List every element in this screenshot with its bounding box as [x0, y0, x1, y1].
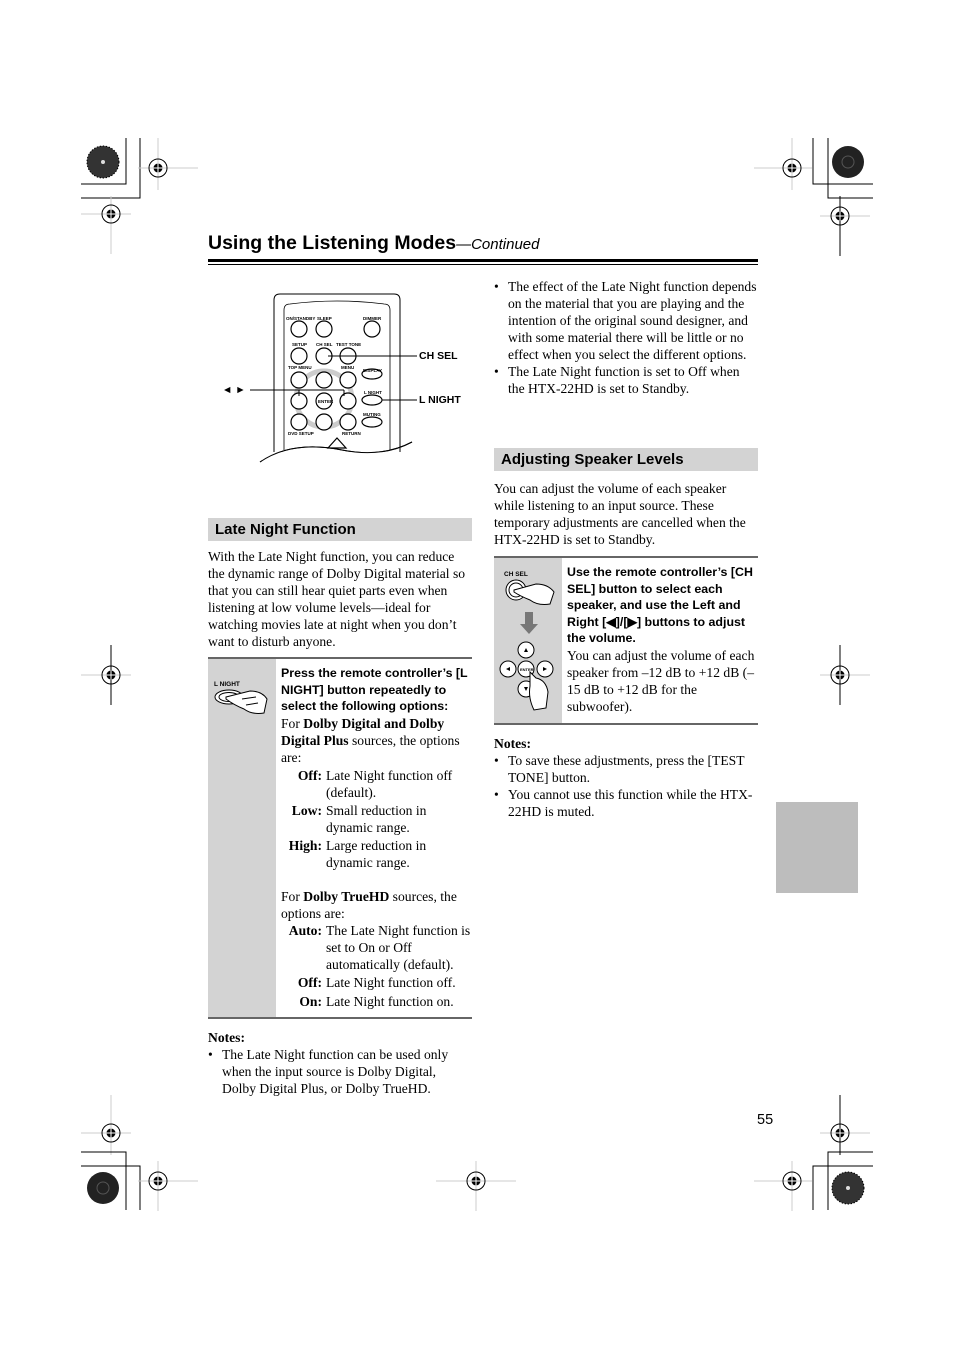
step-instruction: Press the remote controller’s [L NIGHT] …: [281, 666, 468, 714]
callout-ch-sel: CH SEL: [419, 350, 458, 362]
section-heading-speaker-levels: Adjusting Speaker Levels: [494, 448, 758, 471]
option-row: Off: Late Night function off.: [297, 974, 456, 990]
svg-text:RETURN: RETURN: [342, 431, 361, 436]
step-icon-column: L NIGHT: [208, 659, 276, 1017]
notes-title: Notes:: [494, 736, 531, 751]
svg-text:CH SEL: CH SEL: [316, 342, 333, 347]
svg-text:SLEEP: SLEEP: [317, 316, 332, 321]
step-content: Press the remote controller’s [L NIGHT] …: [276, 659, 472, 1017]
page-title-text: Using the Listening Modes: [208, 232, 457, 254]
speaker-levels-step-box: CH SEL ENTER Use the remote controller’s…: [494, 556, 758, 725]
svg-text:TEST TONE: TEST TONE: [336, 342, 361, 347]
page-title: Using the Listening Modes—Continued: [208, 232, 539, 255]
svg-text:SETUP: SETUP: [292, 342, 307, 347]
svg-text:L NIGHT: L NIGHT: [214, 681, 240, 688]
svg-text:MUTING: MUTING: [363, 412, 381, 417]
remote-control-illustration: ON/STANDBY SLEEP DIMMER SETUP CH SEL TES…: [250, 293, 422, 472]
svg-text:CH SEL: CH SEL: [504, 571, 528, 578]
speaker-levels-notes: Notes: To save these adjustments, press …: [494, 735, 758, 820]
note-item: You cannot use this function while the H…: [494, 786, 758, 820]
option-row: Auto: The Late Night function is set to O…: [288, 922, 471, 972]
late-night-effect-bullets: The effect of the Late Night function de…: [494, 278, 758, 397]
chapter-tab: [776, 802, 858, 893]
svg-text:ENTER: ENTER: [520, 667, 534, 672]
svg-text:ENTER: ENTER: [318, 399, 334, 404]
option-list-dolby-digital: Off: Late Night function off (default). L…: [281, 767, 472, 871]
notes-list: To save these adjustments, press the [TE…: [494, 752, 758, 820]
late-night-intro: With the Late Night function, you can re…: [208, 549, 466, 649]
step-detail: You can adjust the volume of each speake…: [567, 647, 755, 714]
svg-text:TOP MENU: TOP MENU: [288, 365, 312, 370]
step-icon-column: CH SEL ENTER: [494, 558, 562, 723]
title-rule-thin: [208, 264, 758, 265]
l-night-button-press-icon: L NIGHT: [214, 681, 268, 714]
note-item: The Late Night function can be used only…: [208, 1046, 472, 1097]
callout-left-right-arrows: ◄ ►: [222, 384, 246, 396]
notes-list: The Late Night function can be used only…: [208, 1046, 472, 1097]
starburst-mark: [832, 146, 864, 178]
notes-title: Notes:: [208, 1030, 245, 1045]
svg-text:MENU: MENU: [341, 365, 354, 370]
starburst-mark: [86, 145, 120, 179]
starburst-mark: [831, 1171, 865, 1205]
step-instruction: Use the remote controller’s [CH SEL] but…: [567, 565, 753, 646]
option-row: Off: Late Night function off (default).: [297, 767, 453, 800]
option-group-dolby-digital: For Dolby Digital and Dolby Digital Plus…: [281, 715, 460, 765]
title-rule-thick: [208, 259, 758, 262]
option-row: Low: Small reduction in dynamic range.: [291, 802, 427, 835]
section-heading-late-night: Late Night Function: [208, 518, 472, 541]
svg-text:DISPLAY: DISPLAY: [363, 368, 382, 373]
starburst-mark: [87, 1172, 119, 1204]
option-row: On: Late Night function on.: [299, 993, 454, 1009]
remote-control-figure: ON/STANDBY SLEEP DIMMER SETUP CH SEL TES…: [222, 292, 472, 472]
bullet-item: The effect of the Late Night function de…: [494, 278, 758, 363]
bullet-item: The Late Night function is set to Off wh…: [494, 363, 758, 397]
late-night-step-box: L NIGHT Press the remote controller’s [L…: [208, 657, 472, 1019]
option-group-dolby-truehd: For Dolby TrueHD sources, the options ar…: [281, 888, 457, 921]
page-number: 55: [757, 1112, 774, 1128]
svg-text:L NIGHT: L NIGHT: [364, 390, 382, 395]
svg-text:DVD SETUP: DVD SETUP: [288, 431, 314, 436]
option-row: High: Large reduction in dynamic range.: [288, 837, 427, 870]
late-night-notes: Notes: The Late Night function can be us…: [208, 1029, 472, 1097]
note-item: To save these adjustments, press the [TE…: [494, 752, 758, 786]
callout-l-night: L NIGHT: [419, 394, 461, 406]
remote-btn-label: ON/STANDBY: [286, 316, 315, 321]
ch-sel-and-arrows-icon: CH SEL ENTER: [499, 571, 555, 711]
speaker-levels-intro: You can adjust the volume of each speake…: [494, 481, 746, 547]
step-content: Use the remote controller’s [CH SEL] but…: [562, 558, 758, 723]
print-registration-marks: [81, 138, 873, 1211]
option-list-dolby-truehd: Auto: The Late Night function is set to O…: [281, 922, 472, 1010]
page-title-continued: —Continued: [456, 236, 540, 253]
svg-text:DIMMER: DIMMER: [363, 316, 382, 321]
